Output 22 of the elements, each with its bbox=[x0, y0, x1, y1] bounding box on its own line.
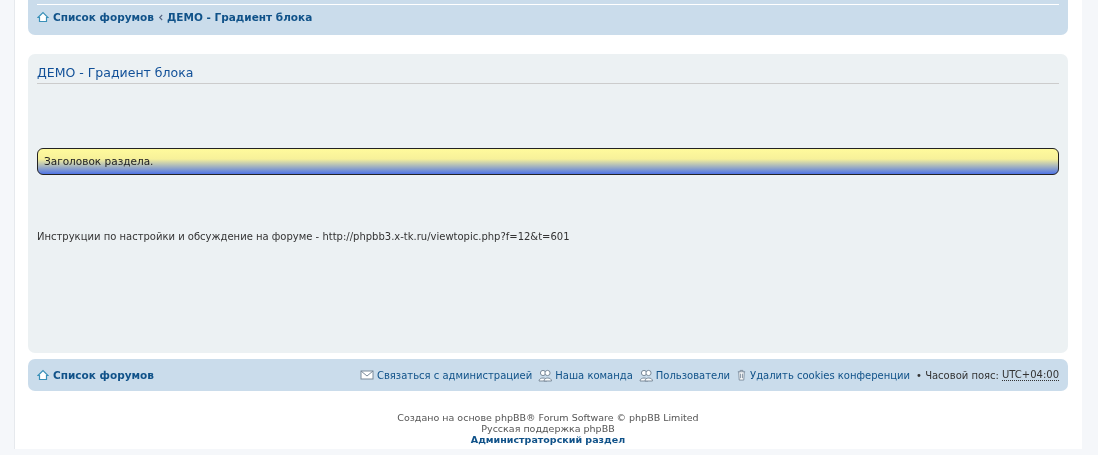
instruction-text: Инструкции по настройки и обсуждение на форуме - http://phpbb3.x-tk.ru/viewtopic.php?f=12&t=601 bbox=[37, 231, 571, 242]
timezone-value: UTC+04:00 bbox=[1001, 369, 1059, 381]
home-icon bbox=[37, 11, 49, 23]
page-title: ДЕМО - Градиент блока bbox=[37, 64, 1059, 84]
chevron-icon bbox=[158, 13, 163, 21]
section-header: Заголовок раздела. bbox=[37, 148, 1059, 175]
copyright-text: Русская поддержка phpBB bbox=[480, 423, 616, 434]
trash-icon bbox=[736, 369, 748, 381]
footer-link[interactable]: Наша команда bbox=[538, 368, 633, 382]
footer-link[interactable]: Связаться с администрацией bbox=[359, 369, 533, 381]
users-icon bbox=[538, 368, 553, 382]
timezone-label: • Часовой пояс: bbox=[916, 369, 999, 381]
footer-link[interactable]: Удалить cookies конференции bbox=[736, 369, 911, 381]
home-icon bbox=[37, 369, 49, 381]
breadcrumb-link[interactable]: ДЕМО - Градиент блока bbox=[167, 11, 313, 23]
copyright-text: Создано на основе phpBB® Forum Software © phpBB Limited bbox=[396, 412, 700, 423]
envelope-icon bbox=[359, 369, 374, 381]
admin-link[interactable]: Администраторский раздел bbox=[470, 434, 626, 445]
users-icon bbox=[638, 368, 653, 382]
footer-link[interactable]: Пользователи bbox=[638, 368, 731, 382]
breadcrumb-link[interactable]: Список форумов bbox=[53, 11, 154, 23]
forum-index-link[interactable]: Список форумов bbox=[37, 369, 154, 381]
